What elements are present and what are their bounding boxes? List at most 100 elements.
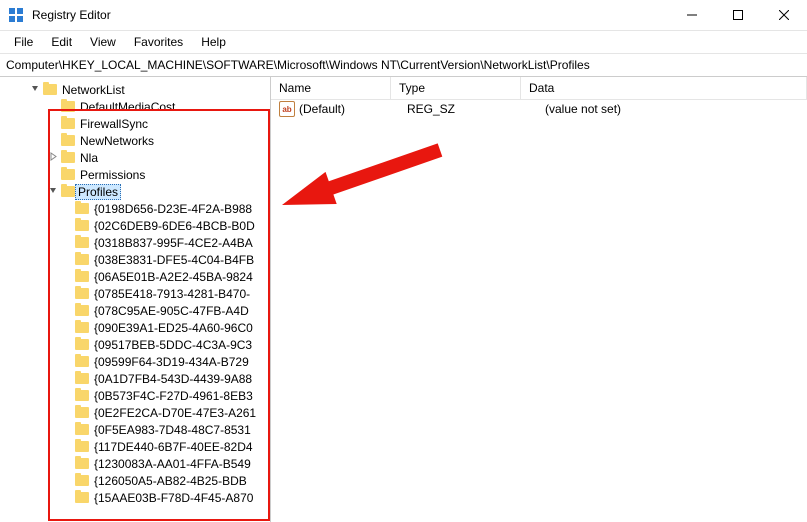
folder-icon [75, 237, 89, 248]
tree-item[interactable]: {0E2FE2CA-D70E-47E3-A261 [62, 404, 270, 421]
tree-item-label: {090E39A1-ED25-4A60-96C0 [92, 321, 255, 335]
tree-item-label: {09599F64-3D19-434A-B729 [92, 355, 251, 369]
window-controls [669, 0, 807, 30]
chevron-right-icon[interactable] [48, 152, 58, 163]
tree-item[interactable]: Permissions [48, 166, 270, 183]
folder-icon [75, 305, 89, 316]
window-title: Registry Editor [32, 8, 111, 22]
folder-icon [61, 186, 75, 197]
tree-item[interactable]: {02C6DEB9-6DE6-4BCB-B0D [62, 217, 270, 234]
list-pane[interactable]: Name Type Data ab(Default)REG_SZ(value n… [271, 77, 807, 522]
main-area: NetworkList DefaultMediaCost FirewallSync N… [0, 77, 807, 522]
tree-item-label: {0E2FE2CA-D70E-47E3-A261 [92, 406, 258, 420]
tree-item-label: {0A1D7FB4-543D-4439-9A88 [92, 372, 254, 386]
tree-item[interactable]: {126050A5-AB82-4B25-BDB [62, 472, 270, 489]
tree-item-label: {09517BEB-5DDC-4C3A-9C3 [92, 338, 254, 352]
close-button[interactable] [761, 0, 807, 30]
maximize-button[interactable] [715, 0, 761, 30]
tree-item[interactable]: {09599F64-3D19-434A-B729 [62, 353, 270, 370]
folder-icon [75, 220, 89, 231]
folder-icon [75, 203, 89, 214]
tree-item-label: {06A5E01B-A2E2-45BA-9824 [92, 270, 255, 284]
col-header-name[interactable]: Name [271, 77, 391, 99]
list-header: Name Type Data [271, 77, 807, 100]
tree-item[interactable]: {038E3831-DFE5-4C04-B4FB [62, 251, 270, 268]
tree-item[interactable]: {0F5EA983-7D48-48C7-8531 [62, 421, 270, 438]
menu-favorites[interactable]: Favorites [126, 33, 191, 51]
folder-icon [75, 339, 89, 350]
tree-item[interactable]: {0785E418-7913-4281-B470- [62, 285, 270, 302]
tree-item[interactable]: {0A1D7FB4-543D-4439-9A88 [62, 370, 270, 387]
tree-item-label: Permissions [78, 168, 147, 182]
menu-edit[interactable]: Edit [43, 33, 80, 51]
tree-item-label: {0198D656-D23E-4F2A-B988 [92, 202, 254, 216]
col-header-type[interactable]: Type [391, 77, 521, 99]
menu-help[interactable]: Help [193, 33, 234, 51]
tree-item[interactable]: {06A5E01B-A2E2-45BA-9824 [62, 268, 270, 285]
tree-item[interactable]: Nla [48, 149, 270, 166]
tree-item[interactable]: {1230083A-AA01-4FFA-B549 [62, 455, 270, 472]
menu-file[interactable]: File [6, 33, 41, 51]
folder-icon [75, 407, 89, 418]
folder-icon [75, 390, 89, 401]
tree-item-label: {126050A5-AB82-4B25-BDB [92, 474, 249, 488]
address-bar[interactable]: Computer\HKEY_LOCAL_MACHINE\SOFTWARE\Mic… [0, 54, 807, 77]
tree-item[interactable]: DefaultMediaCost [48, 98, 270, 115]
folder-icon [75, 288, 89, 299]
folder-icon [75, 356, 89, 367]
tree-item[interactable]: {09517BEB-5DDC-4C3A-9C3 [62, 336, 270, 353]
tree-item[interactable]: Profiles [48, 183, 270, 200]
tree-item[interactable]: {15AAE03B-F78D-4F45-A870 [62, 489, 270, 506]
folder-icon [75, 458, 89, 469]
value-type: REG_SZ [399, 102, 537, 116]
tree-item[interactable]: {0198D656-D23E-4F2A-B988 [62, 200, 270, 217]
folder-icon [75, 271, 89, 282]
value-name: (Default) [299, 102, 345, 116]
folder-icon [75, 254, 89, 265]
string-value-icon: ab [279, 101, 295, 117]
tree-item-label: {02C6DEB9-6DE6-4BCB-B0D [92, 219, 257, 233]
tree-item-label: Profiles [75, 184, 121, 200]
tree-item-label: DefaultMediaCost [78, 100, 177, 114]
tree-item[interactable]: {0B573F4C-F27D-4961-8EB3 [62, 387, 270, 404]
tree-item-label: {117DE440-6B7F-40EE-82D4 [92, 440, 255, 454]
tree-item-label: FirewallSync [78, 117, 150, 131]
tree-item-label: {0318B837-995F-4CE2-A4BA [92, 236, 255, 250]
tree-item[interactable]: {090E39A1-ED25-4A60-96C0 [62, 319, 270, 336]
tree-item[interactable]: {117DE440-6B7F-40EE-82D4 [62, 438, 270, 455]
tree-item-label: NewNetworks [78, 134, 156, 148]
folder-icon [61, 169, 75, 180]
tree-item[interactable]: NewNetworks [48, 132, 270, 149]
tree-item-label: {15AAE03B-F78D-4F45-A870 [92, 491, 255, 505]
tree-item[interactable]: FirewallSync [48, 115, 270, 132]
folder-icon [75, 475, 89, 486]
tree-item-label: {0F5EA983-7D48-48C7-8531 [92, 423, 253, 437]
folder-icon [61, 152, 75, 163]
folder-icon [75, 492, 89, 503]
folder-icon [43, 84, 57, 95]
folder-icon [75, 322, 89, 333]
folder-icon [75, 441, 89, 452]
tree-pane[interactable]: NetworkList DefaultMediaCost FirewallSync N… [0, 77, 271, 522]
chevron-down-icon[interactable] [30, 84, 40, 95]
tree-item-label: {038E3831-DFE5-4C04-B4FB [92, 253, 256, 267]
chevron-down-icon[interactable] [48, 186, 58, 197]
folder-icon [61, 135, 75, 146]
folder-icon [75, 424, 89, 435]
minimize-button[interactable] [669, 0, 715, 30]
folder-icon [61, 118, 75, 129]
tree-item[interactable]: {078C95AE-905C-47FB-A4D [62, 302, 270, 319]
tree-item-label: {0B573F4C-F27D-4961-8EB3 [92, 389, 255, 403]
tree-item[interactable]: {0318B837-995F-4CE2-A4BA [62, 234, 270, 251]
list-row[interactable]: ab(Default)REG_SZ(value not set) [271, 100, 807, 118]
tree-item-label: Nla [78, 151, 100, 165]
address-path: Computer\HKEY_LOCAL_MACHINE\SOFTWARE\Mic… [6, 58, 590, 72]
menu-view[interactable]: View [82, 33, 124, 51]
tree-item-label: NetworkList [60, 83, 127, 97]
app-icon [8, 7, 24, 23]
tree-item[interactable]: NetworkList [30, 81, 270, 98]
titlebar: Registry Editor [0, 0, 807, 31]
tree-item-label: {0785E418-7913-4281-B470- [92, 287, 252, 301]
tree-item-label: {078C95AE-905C-47FB-A4D [92, 304, 251, 318]
col-header-data[interactable]: Data [521, 77, 807, 99]
